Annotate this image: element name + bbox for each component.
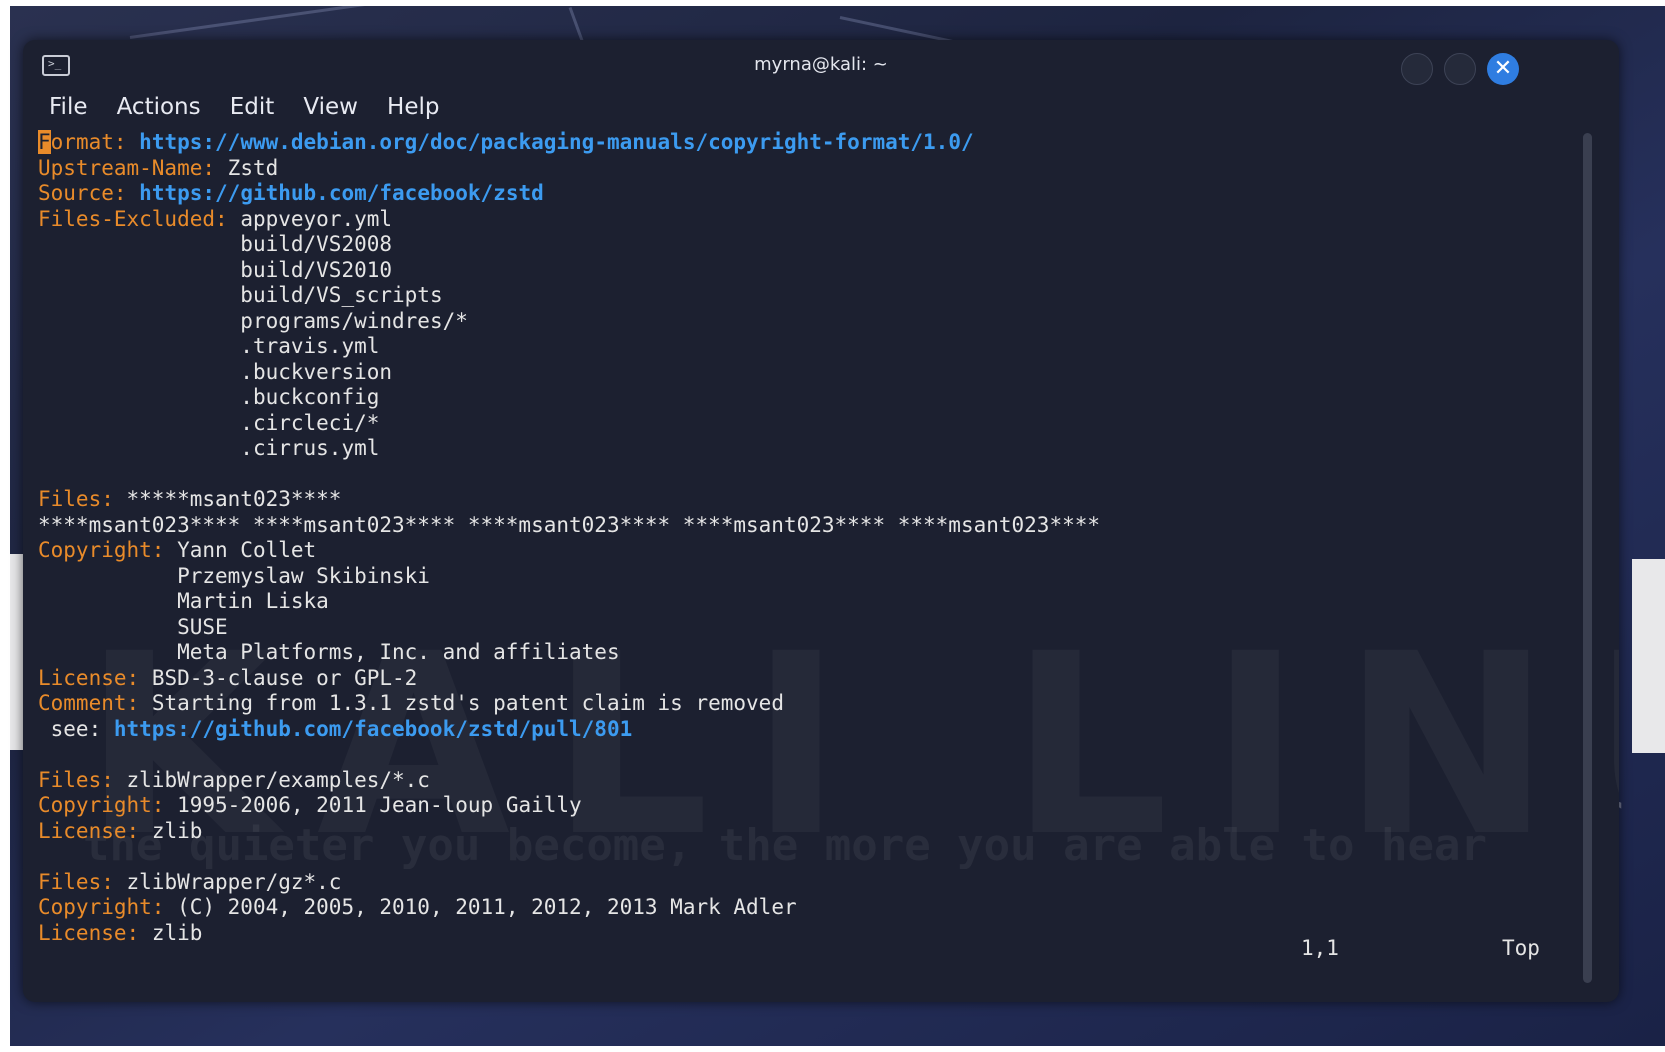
field-value: zlib [151,818,203,843]
menu-bar: File Actions Edit View Help [49,90,463,124]
field-value: zlib [151,920,203,945]
terminal-line: Copyright: 1995-2006, 2011 Jean-loup Gai… [38,793,1598,819]
url-link[interactable]: https://github.com/facebook/zstd/pull/80… [114,717,632,741]
field-value: build/VS2008 [240,232,393,256]
scroll-position: Top [1502,936,1540,960]
terminal-line: Files: zlibWrapper/gz*.c [38,870,1598,896]
menu-view[interactable]: View [303,90,358,124]
menu-help[interactable]: Help [387,90,439,124]
menu-actions[interactable]: Actions [117,90,201,124]
title-bar[interactable]: >_ myrna@kali: ~ ✕ [23,40,1619,90]
scrollbar[interactable] [1583,133,1592,983]
terminal-line: SUSE [38,615,1598,641]
field-value: *****msant023**** [126,487,342,511]
field-key: Files: [38,767,114,792]
terminal-line: ****msant023**** ****msant023**** ****ms… [38,513,1598,539]
terminal-line: build/VS2008 [38,232,1598,258]
wallpaper-streak [129,6,646,39]
field-value: BSD-3-clause or GPL-2 [151,665,418,690]
menu-edit[interactable]: Edit [230,90,275,124]
terminal-line: Source: https://github.com/facebook/zstd [38,181,1598,207]
terminal-line: .circleci/* [38,411,1598,437]
terminal-line: Files: *****msant023**** [38,487,1598,513]
background-window-edge [1632,559,1665,753]
field-key: Comment: [38,691,140,715]
field-value: .circleci/* [240,410,380,435]
field-value: .travis.yml [240,334,380,358]
field-value: Yann Collet [177,538,317,562]
field-key: Copyright: [38,538,165,562]
terminal-line: Copyright: Yann Collet [38,538,1598,564]
field-value: see: [38,716,114,741]
field-key: Files: [38,487,114,511]
close-icon: ✕ [1493,56,1513,81]
terminal-line: build/VS_scripts [38,283,1598,309]
field-value: programs/windres/* [240,308,468,333]
field-key: Files-Excluded: [38,206,228,231]
url-link[interactable]: https://github.com/facebook/zstd [139,181,544,205]
field-key: Format: [38,130,127,154]
field-key: License: [38,920,140,945]
field-value: .buckconfig [240,385,380,409]
field-value: Zstd [227,155,279,180]
field-value: 1995-2006, 2011 Jean-loup Gailly [177,793,582,817]
terminal-line: build/VS2010 [38,258,1598,284]
terminal-line: Meta Platforms, Inc. and affiliates [38,640,1598,666]
field-key: License: [38,665,140,690]
url-link[interactable]: https://www.debian.org/doc/packaging-man… [139,130,973,154]
field-value: ****msant023**** ****msant023**** ****ms… [38,512,1101,537]
terminal-line: .buckversion [38,360,1598,386]
field-value: build/VS2010 [240,257,393,282]
field-key: Copyright: [38,793,165,817]
field-value: Starting from 1.3.1 zstd's patent claim … [151,691,784,715]
terminal-line: Files-Excluded: appveyor.yml [38,207,1598,233]
field-key: Upstream-Name: [38,155,216,180]
menu-file[interactable]: File [49,90,88,124]
maximize-button[interactable] [1444,53,1476,85]
terminal-line: Copyright: (C) 2004, 2005, 2010, 2011, 2… [38,895,1598,921]
field-key: License: [38,818,140,843]
terminal-line: Martin Liska [38,589,1598,615]
terminal-line: Files: zlibWrapper/examples/*.c [38,768,1598,794]
field-key: Copyright: [38,895,165,919]
field-value: Martin Liska [177,589,329,613]
field-value: .cirrus.yml [240,436,380,460]
terminal-line: License: zlib [38,921,1598,947]
terminal-line: License: BSD-3-clause or GPL-2 [38,666,1598,692]
field-value: Meta Platforms, Inc. and affiliates [177,640,620,664]
cursor-position: 1,1 [1301,936,1339,960]
text-cursor: F [38,130,51,154]
terminal-line: Przemyslaw Skibinski [38,564,1598,590]
field-value: (C) 2004, 2005, 2010, 2011, 2012, 2013 M… [177,895,797,919]
terminal-line: License: zlib [38,819,1598,845]
field-value: SUSE [177,614,228,639]
terminal-line: Comment: Starting from 1.3.1 zstd's pate… [38,691,1598,717]
field-value: .buckversion [240,359,393,384]
terminal-line: .cirrus.yml [38,436,1598,462]
field-value: zlibWrapper/examples/*.c [126,767,430,792]
terminal-line: .buckconfig [38,385,1598,411]
field-key: Files: [38,869,114,894]
minimize-button[interactable] [1401,53,1433,85]
field-key: Source: [38,181,127,205]
terminal-line: Format: https://www.debian.org/doc/packa… [38,130,1598,156]
field-value: Przemyslaw Skibinski [177,563,430,588]
field-value: appveyor.yml [240,206,393,231]
terminal-window[interactable]: >_ myrna@kali: ~ ✕ File Actions Edit Vie… [23,40,1619,1002]
terminal-screen[interactable]: Format: https://www.debian.org/doc/packa… [38,130,1598,990]
terminal-line: Upstream-Name: Zstd [38,156,1598,182]
field-value: zlibWrapper/gz*.c [126,869,342,894]
field-value: build/VS_scripts [240,283,443,307]
terminal-line: .travis.yml [38,334,1598,360]
window-title: myrna@kali: ~ [754,54,888,75]
close-button[interactable]: ✕ [1487,53,1519,85]
terminal-line: see: https://github.com/facebook/zstd/pu… [38,717,1598,743]
terminal-line: programs/windres/* [38,309,1598,335]
